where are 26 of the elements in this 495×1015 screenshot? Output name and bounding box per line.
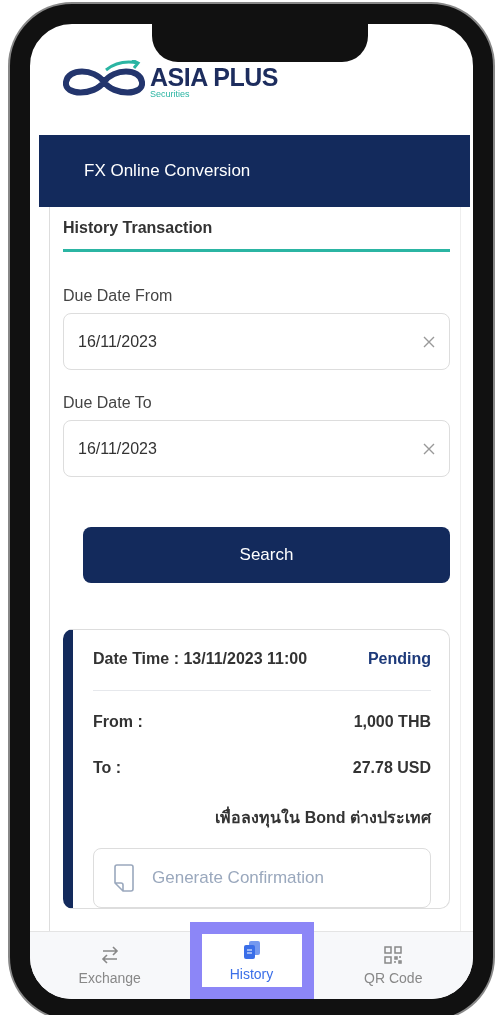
exchange-arrows-icon [99, 945, 120, 964]
nav-tab[interactable]: Exchange [30, 932, 190, 999]
clear-icon[interactable] [423, 335, 435, 348]
generate-confirmation-button[interactable]: Generate Confirmation [93, 848, 431, 908]
nav-tab[interactable]: History [189, 922, 314, 999]
header-title: FX Online Conversion [84, 161, 251, 181]
amount-value: 1,000 THB [353, 713, 431, 731]
document-icon [114, 864, 134, 892]
transaction-purpose: เพื่อลงทุนใน Bond ต่างประเทศ [93, 805, 431, 830]
clear-icon[interactable] [423, 442, 435, 455]
documents-icon [242, 939, 261, 960]
amount-label: From : [93, 713, 143, 731]
date-field[interactable]: 16/11/2023 [63, 420, 450, 477]
brand-name: ASIA PLUS [150, 64, 278, 90]
brand-tagline: Securities [150, 89, 191, 99]
amount-value: 27.78 USD [352, 759, 431, 777]
date-field[interactable]: 16/11/2023 [63, 313, 450, 370]
section-title: History Transaction [63, 207, 450, 252]
amount-label: To : [93, 759, 122, 777]
search-button[interactable]: Search [83, 527, 450, 583]
field-label: Due Date To [63, 394, 153, 412]
transaction-status: Pending [367, 650, 431, 668]
nav-tab[interactable]: QR Code [313, 932, 473, 999]
qr-code-icon [384, 945, 403, 964]
transaction-datetime: Date Time : 13/11/2023 11:00 [93, 650, 308, 668]
field-label: Due Date From [63, 287, 174, 305]
